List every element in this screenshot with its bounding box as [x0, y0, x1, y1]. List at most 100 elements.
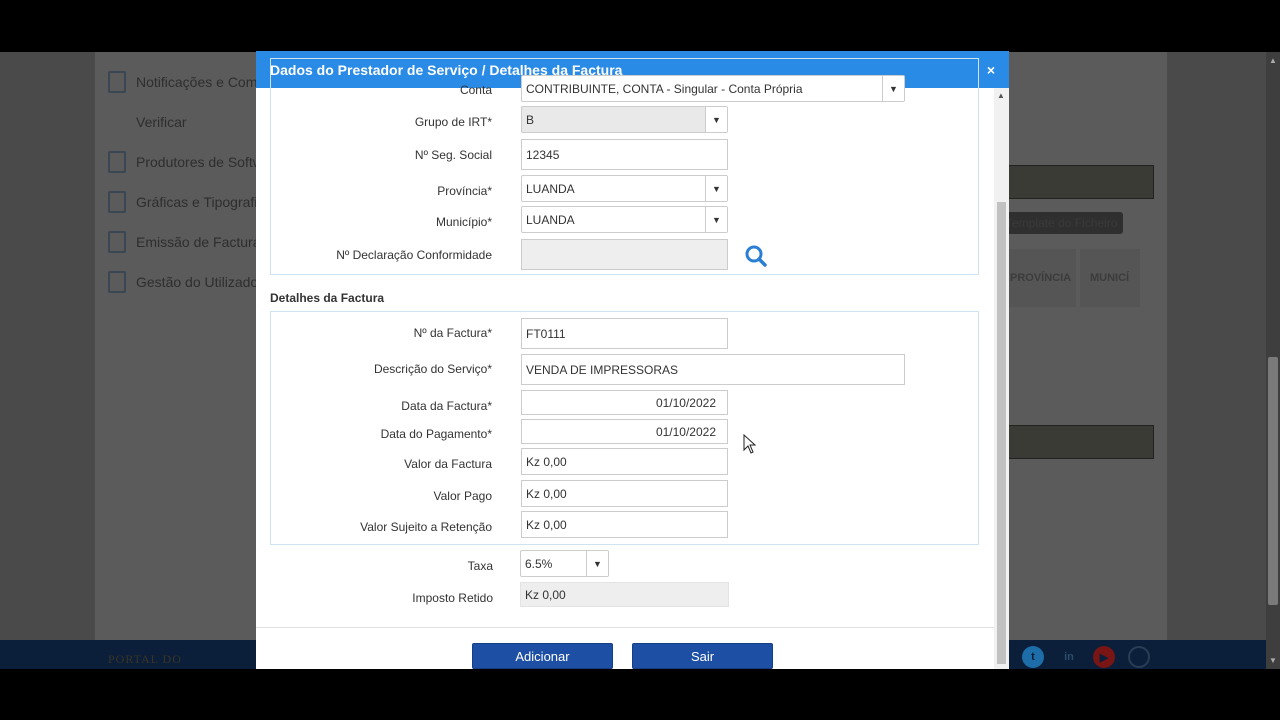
taxa-select[interactable]: 6.5% ▼	[520, 550, 609, 577]
seg-social-input[interactable]: 12345	[521, 139, 728, 170]
modal-scroll-thumb[interactable]	[997, 202, 1006, 664]
valor-factura-row: Valor da Factura Kz 0,00	[271, 448, 978, 480]
document-icon	[108, 191, 126, 213]
municipio-select[interactable]: LUANDA ▼	[521, 206, 728, 233]
chevron-down-icon: ▼	[705, 107, 727, 132]
add-button[interactable]: Adicionar	[472, 643, 613, 669]
sidebar-item[interactable]: Gestão do Utilizador	[98, 262, 268, 302]
footer-text: PORTAL DO	[108, 652, 182, 666]
valor-sujeito-label: Valor Sujeito a Retenção	[360, 520, 492, 534]
taxa-label: Taxa	[467, 559, 493, 573]
invoice-panel: Nº da Factura* FT0111 Descrição do Servi…	[270, 311, 979, 545]
scroll-up-icon[interactable]: ▲	[997, 91, 1005, 100]
conta-row: Conta CONTRIBUINTE, CONTA - Singular - C…	[271, 75, 978, 107]
valor-sujeito-row: Valor Sujeito a Retenção Kz 0,00	[271, 511, 978, 543]
sidebar-item[interactable]: Gráficas e Tipografia	[98, 182, 268, 222]
sidebar-item[interactable]: Verificar	[98, 102, 268, 142]
template-button[interactable]: Template do Ficheiro	[1000, 212, 1124, 234]
mouse-cursor-icon	[743, 434, 757, 454]
seg-social-row: Nº Seg. Social 12345	[271, 139, 978, 171]
twitter-icon[interactable]: t	[1022, 646, 1044, 668]
sidebar-item-label: Gráficas e Tipografia	[136, 194, 266, 210]
grupo-irt-select[interactable]: B ▼	[521, 106, 728, 133]
valor-factura-input[interactable]: Kz 0,00	[521, 448, 728, 475]
provincia-value: LUANDA	[526, 182, 575, 196]
sidebar-item-label: Verificar	[136, 114, 187, 130]
municipio-label: Município*	[435, 215, 492, 229]
scroll-up-icon[interactable]: ▲	[1269, 56, 1277, 65]
sidebar-item-label: Produtores de Softw	[136, 154, 263, 170]
chevron-down-icon: ▼	[586, 551, 608, 576]
declaracao-input[interactable]	[521, 239, 728, 270]
sidebar-item-label: Notificações e Comu	[136, 74, 266, 90]
modal-body: Conta CONTRIBUINTE, CONTA - Singular - C…	[256, 58, 994, 669]
taxa-value: 6.5%	[525, 557, 553, 571]
user-document-icon	[108, 271, 126, 293]
grupo-irt-label: Grupo de IRT*	[414, 115, 492, 129]
provincia-label: Província*	[437, 184, 492, 198]
data-pagamento-label: Data do Pagamento*	[380, 427, 492, 441]
descricao-input[interactable]: VENDA DE IMPRESSORAS	[521, 354, 905, 385]
imposto-label: Imposto Retido	[412, 591, 493, 605]
municipio-row: Município* LUANDA ▼	[271, 206, 978, 238]
sidebar-item-label: Gestão do Utilizador	[136, 274, 263, 290]
scroll-down-icon[interactable]: ▼	[1269, 656, 1277, 665]
data-pagamento-row: Data do Pagamento* 01/10/2022	[271, 419, 978, 451]
background-field	[1000, 165, 1154, 199]
data-factura-row: Data da Factura* 01/10/2022	[271, 390, 978, 422]
data-factura-label: Data da Factura*	[401, 399, 492, 413]
provincia-select[interactable]: LUANDA ▼	[521, 175, 728, 202]
invoice-modal: Dados do Prestador de Serviço / Detalhes…	[256, 51, 1009, 669]
chevron-down-icon: ▼	[705, 176, 727, 201]
valor-factura-label: Valor da Factura	[404, 457, 492, 471]
tab-municipio: MUNICÍ	[1080, 249, 1140, 307]
youtube-icon[interactable]: ▶	[1093, 646, 1115, 668]
page-scroll-thumb[interactable]	[1268, 357, 1278, 605]
declaracao-row: Nº Declaração Conformidade	[271, 239, 978, 271]
grupo-irt-value: B	[526, 113, 535, 127]
imposto-input: Kz 0,00	[520, 582, 729, 607]
sidebar-item[interactable]: Produtores de Softw	[98, 142, 268, 182]
valor-pago-row: Valor Pago Kz 0,00	[271, 480, 978, 512]
numero-row: Nº da Factura* FT0111	[271, 318, 978, 350]
declaracao-label: Nº Declaração Conformidade	[336, 248, 492, 262]
taxa-row: Taxa 6.5% ▼	[270, 550, 979, 582]
search-icon[interactable]	[744, 244, 768, 268]
invoice-section-title: Detalhes da Factura	[270, 291, 385, 305]
exit-button[interactable]: Sair	[632, 643, 773, 669]
footer-divider	[256, 627, 994, 628]
chevron-down-icon: ▼	[882, 76, 904, 101]
chevron-down-icon: ▼	[705, 207, 727, 232]
close-icon[interactable]: ×	[987, 62, 995, 78]
background-field	[1000, 425, 1154, 459]
imposto-row: Imposto Retido Kz 0,00	[270, 582, 979, 614]
background-sidebar: Notificações e Comu Verificar Produtores…	[98, 62, 268, 302]
data-factura-input[interactable]: 01/10/2022	[521, 390, 728, 415]
seg-social-label: Nº Seg. Social	[414, 148, 492, 162]
sidebar-item[interactable]: Emissão de Facturas	[98, 222, 268, 262]
linkedin-icon[interactable]: in	[1058, 646, 1080, 668]
sidebar-item-label: Emissão de Facturas	[136, 234, 268, 250]
globe-icon[interactable]	[1128, 646, 1150, 668]
numero-label: Nº da Factura*	[413, 326, 492, 340]
valor-sujeito-input[interactable]: Kz 0,00	[521, 511, 728, 538]
dollar-document-icon	[108, 231, 126, 253]
descricao-row: Descrição do Serviço* VENDA DE IMPRESSOR…	[271, 354, 978, 386]
data-pagamento-input[interactable]: 01/10/2022	[521, 419, 728, 444]
provincia-row: Província* LUANDA ▼	[271, 175, 978, 207]
conta-label: Conta	[459, 83, 492, 97]
municipio-value: LUANDA	[526, 213, 575, 227]
grupo-irt-row: Grupo de IRT* B ▼	[271, 106, 978, 138]
descricao-label: Descrição do Serviço*	[373, 362, 492, 376]
modal-scrollbar[interactable]: ▲	[994, 88, 1009, 669]
tab-provincia: PROVÍNCIA	[1000, 249, 1076, 307]
provider-panel: Conta CONTRIBUINTE, CONTA - Singular - C…	[270, 58, 979, 275]
sidebar-item[interactable]: Notificações e Comu	[98, 62, 268, 102]
valor-pago-input[interactable]: Kz 0,00	[521, 480, 728, 507]
document-icon	[108, 151, 126, 173]
conta-select[interactable]: CONTRIBUINTE, CONTA - Singular - Conta P…	[521, 75, 905, 102]
page-scrollbar[interactable]: ▲ ▼	[1266, 52, 1280, 669]
numero-input[interactable]: FT0111	[521, 318, 728, 349]
valor-pago-label: Valor Pago	[433, 489, 492, 503]
document-icon	[108, 71, 126, 93]
